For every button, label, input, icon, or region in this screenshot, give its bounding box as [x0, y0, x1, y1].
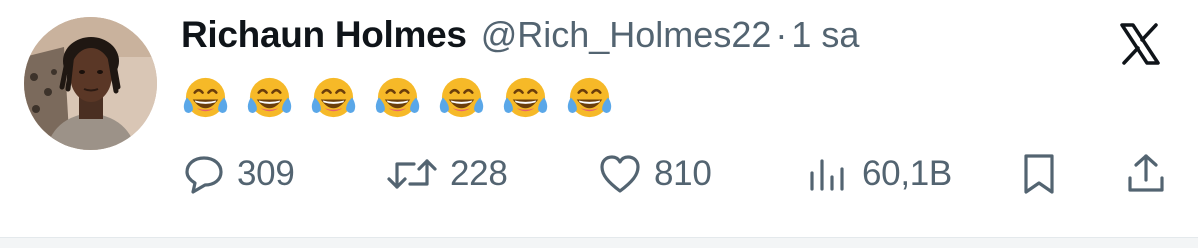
tweet-content [181, 74, 614, 126]
retweet-count: 228 [450, 154, 508, 193]
reply-count: 309 [237, 154, 295, 193]
reply-icon [183, 153, 225, 195]
avatar[interactable] [24, 17, 157, 150]
views-chart-icon [806, 153, 850, 195]
tweet-header: Richaun Holmes @Rich_Holmes22 · 1 sa [181, 14, 859, 66]
tweet-divider [0, 237, 1198, 248]
share-button[interactable] [1124, 150, 1168, 198]
views-button[interactable]: 60,1B [806, 150, 952, 198]
author-handle[interactable]: @Rich_Holmes22 [481, 14, 772, 56]
tears-of-joy-emoji [311, 77, 356, 118]
bookmark-icon [1018, 152, 1060, 196]
tweet-timestamp[interactable]: 1 sa [791, 14, 859, 56]
tears-of-joy-emoji [503, 77, 548, 118]
tears-of-joy-emoji [247, 77, 292, 118]
retweet-icon [386, 153, 438, 195]
tweet-card[interactable]: Richaun Holmes @Rich_Holmes22 · 1 sa 309 [0, 0, 1198, 248]
bookmark-button[interactable] [1018, 150, 1060, 198]
separator-dot: · [775, 14, 788, 55]
views-count: 60,1B [862, 154, 952, 193]
tears-of-joy-emoji [439, 77, 484, 118]
heart-icon [598, 153, 642, 195]
share-icon [1124, 152, 1168, 196]
tears-of-joy-emoji [183, 77, 228, 118]
tears-of-joy-emoji [567, 77, 612, 118]
reply-button[interactable]: 309 [183, 150, 295, 198]
like-button[interactable]: 810 [598, 150, 712, 198]
tears-of-joy-emoji [375, 77, 420, 118]
author-name[interactable]: Richaun Holmes [181, 14, 467, 56]
retweet-button[interactable]: 228 [386, 150, 508, 198]
x-logo-icon [1118, 22, 1162, 66]
like-count: 810 [654, 154, 712, 193]
